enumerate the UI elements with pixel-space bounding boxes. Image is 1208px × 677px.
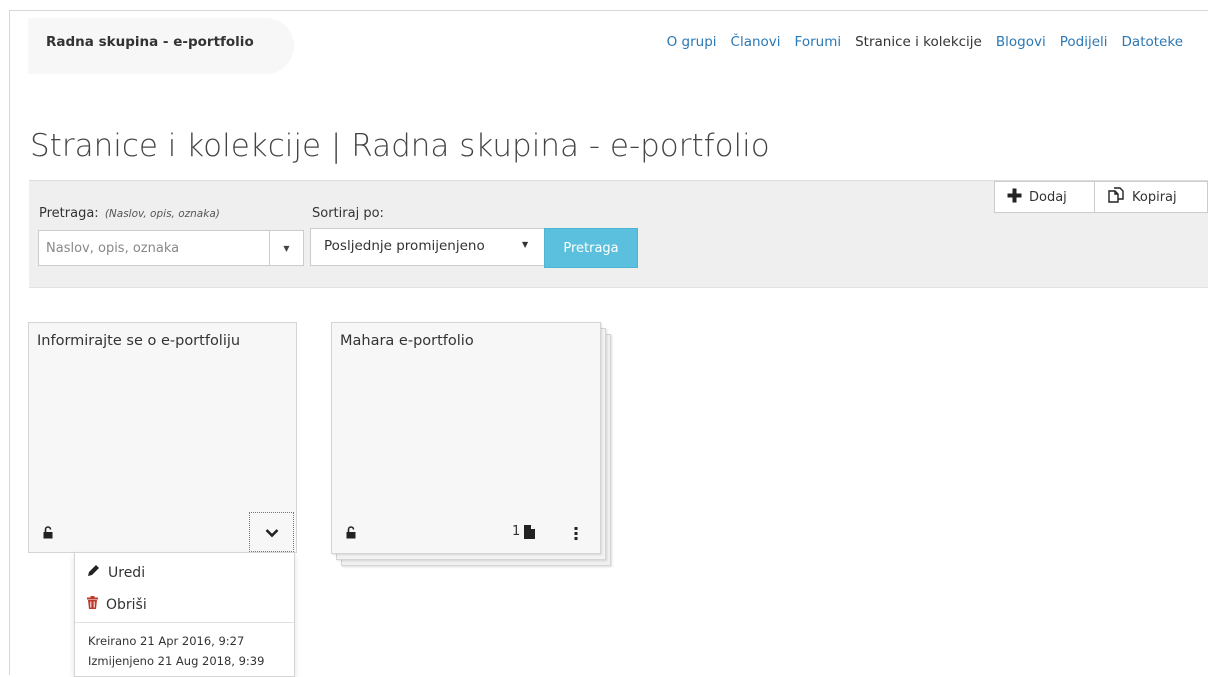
- search-input[interactable]: [39, 231, 269, 265]
- edit-menu-item[interactable]: Uredi: [87, 564, 145, 581]
- plus-icon: [1007, 188, 1022, 207]
- sort-selected-value: Posljednje promijenjeno: [324, 238, 485, 254]
- nav-forums[interactable]: Forumi: [795, 34, 842, 50]
- nav-members[interactable]: Članovi: [731, 34, 781, 50]
- nav-about[interactable]: O grupi: [667, 34, 717, 50]
- card-actions-toggle[interactable]: [249, 512, 294, 552]
- card-title[interactable]: Mahara e-portfolio: [340, 333, 474, 349]
- delete-label: Obriši: [106, 596, 147, 613]
- unlock-icon: [346, 524, 356, 543]
- menu-divider: [75, 622, 294, 623]
- add-button[interactable]: Dodaj: [994, 181, 1095, 213]
- add-button-label: Dodaj: [1029, 189, 1067, 205]
- search-type-dropdown[interactable]: ▼: [269, 230, 304, 266]
- modified-date: Izmijenjeno 21 Aug 2018, 9:39: [88, 654, 265, 668]
- collection-card[interactable]: Mahara e-portfolio: [331, 322, 601, 554]
- edit-label: Uredi: [108, 564, 146, 581]
- card-actions-menu: Uredi Obriši Kreirano 21 Apr 2016, 9:27 …: [74, 552, 295, 677]
- chevron-down-icon: [265, 523, 279, 542]
- group-nav: O grupi Članovi Forumi Stranice i kolekc…: [667, 34, 1183, 50]
- group-name[interactable]: Radna skupina - e-portfolio: [46, 34, 254, 50]
- nav-pages-collections[interactable]: Stranice i kolekcije: [855, 34, 982, 50]
- unlock-icon: [43, 524, 53, 543]
- trash-icon: [87, 596, 98, 613]
- page-count: 1: [512, 524, 521, 539]
- search-button[interactable]: Pretraga: [544, 228, 638, 268]
- search-hint: (Naslov, opis, oznaka): [104, 208, 220, 220]
- created-date: Kreirano 21 Apr 2016, 9:27: [88, 634, 245, 648]
- search-field: [38, 230, 270, 266]
- card-title[interactable]: Informirajte se o e-portfoliju: [37, 333, 240, 349]
- page-frame-top: [9, 10, 1208, 11]
- caret-down-icon: ▼: [283, 243, 290, 253]
- pencil-icon: [87, 564, 100, 581]
- nav-share[interactable]: Podijeli: [1060, 34, 1108, 50]
- copy-button-label: Kopiraj: [1132, 189, 1177, 205]
- copy-button[interactable]: Kopiraj: [1095, 181, 1208, 213]
- page-title: Stranice i kolekcije | Radna skupina - e…: [30, 128, 770, 164]
- search-label: Pretraga: (Naslov, opis, oznaka): [39, 206, 220, 221]
- more-options-icon[interactable]: [574, 525, 578, 544]
- nav-blogs[interactable]: Blogovi: [996, 34, 1046, 50]
- sort-select[interactable]: Posljednje promijenjeno ▼: [310, 228, 545, 266]
- copy-icon: [1107, 186, 1125, 208]
- delete-menu-item[interactable]: Obriši: [87, 596, 147, 613]
- caret-down-icon: ▼: [522, 240, 529, 249]
- page-frame-left: [9, 10, 10, 675]
- page-icon: [524, 524, 535, 543]
- sort-label: Sortiraj po:: [312, 206, 384, 221]
- nav-files[interactable]: Datoteke: [1122, 34, 1183, 50]
